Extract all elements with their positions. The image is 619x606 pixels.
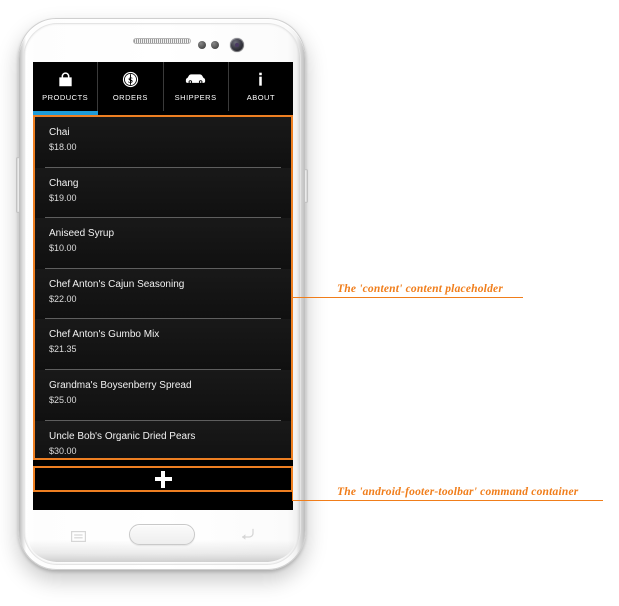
list-item-title: Chef Anton's Cajun Seasoning	[49, 278, 185, 290]
list-item-price: $22.00	[49, 293, 77, 304]
car-icon	[185, 68, 206, 90]
plus-icon[interactable]	[154, 470, 172, 488]
shopping-bag-icon	[56, 68, 75, 90]
tabbar: PRODUCTS S ORDERS	[33, 62, 293, 111]
annotation-line-footer	[292, 500, 603, 501]
annotation-label-footer: The 'android-footer-toolbar' command con…	[337, 486, 579, 498]
android-phone-device: PRODUCTS S ORDERS	[16, 18, 308, 570]
list-item[interactable]: Chai $18.00	[35, 117, 291, 168]
android-footer-toolbar	[33, 466, 293, 492]
list-item-title: Aniseed Syrup	[49, 228, 115, 240]
list-item[interactable]: Aniseed Syrup $10.00	[35, 218, 291, 269]
tab-shippers[interactable]: SHIPPERS	[164, 62, 229, 111]
info-icon	[251, 68, 270, 90]
light-sensor-icon	[211, 41, 219, 49]
tab-shippers-label: SHIPPERS	[174, 93, 217, 102]
annotation-label-content: The 'content' content placeholder	[337, 283, 503, 295]
list-item-price: $25.00	[49, 394, 77, 405]
volume-rocker-button[interactable]	[16, 157, 20, 213]
menu-icon[interactable]	[71, 529, 87, 543]
tab-products-label: PRODUCTS	[42, 93, 89, 102]
list-item-price: $30.00	[49, 445, 77, 456]
list-item-title: Grandma's Boysenberry Spread	[49, 379, 192, 391]
list-item[interactable]: Uncle Bob's Organic Dried Pears $30.00	[35, 420, 291, 458]
list-item-price: $10.00	[49, 243, 77, 254]
list-item[interactable]: Chef Anton's Cajun Seasoning $22.00	[35, 268, 291, 320]
tab-about[interactable]: ABOUT	[229, 62, 293, 111]
list-item-title: Chai	[49, 127, 70, 138]
tab-about-label: ABOUT	[246, 93, 276, 102]
list-item[interactable]: Chang $19.00	[35, 167, 291, 219]
speaker-grille	[133, 38, 191, 44]
power-button[interactable]	[304, 169, 308, 203]
front-camera-icon	[230, 38, 244, 52]
list-item-price: $19.00	[49, 192, 77, 203]
list-item-title: Chef Anton's Gumbo Mix	[49, 329, 160, 341]
list-item[interactable]: Chef Anton's Gumbo Mix $21.35	[35, 319, 291, 370]
tab-orders[interactable]: S ORDERS	[98, 62, 164, 111]
dollar-coin-icon: S	[121, 68, 140, 90]
tab-orders-label: ORDERS	[112, 93, 148, 102]
proximity-sensor-icon	[198, 41, 206, 49]
home-button[interactable]	[129, 524, 195, 545]
list-item-title: Uncle Bob's Organic Dried Pears	[49, 430, 196, 442]
phone-screen: PRODUCTS S ORDERS	[33, 62, 293, 510]
list-item-title: Chang	[49, 177, 79, 189]
list-item-price: $21.35	[49, 344, 77, 355]
list-item-price: $18.00	[49, 142, 77, 152]
content-placeholder: Chai $18.00 Chang $19.00 Aniseed Syrup $…	[33, 115, 293, 460]
back-arrow-icon[interactable]	[240, 528, 255, 541]
annotation-line-content	[292, 297, 523, 298]
tab-products[interactable]: PRODUCTS	[33, 62, 99, 111]
list-item[interactable]: Grandma's Boysenberry Spread $25.00	[35, 369, 291, 421]
